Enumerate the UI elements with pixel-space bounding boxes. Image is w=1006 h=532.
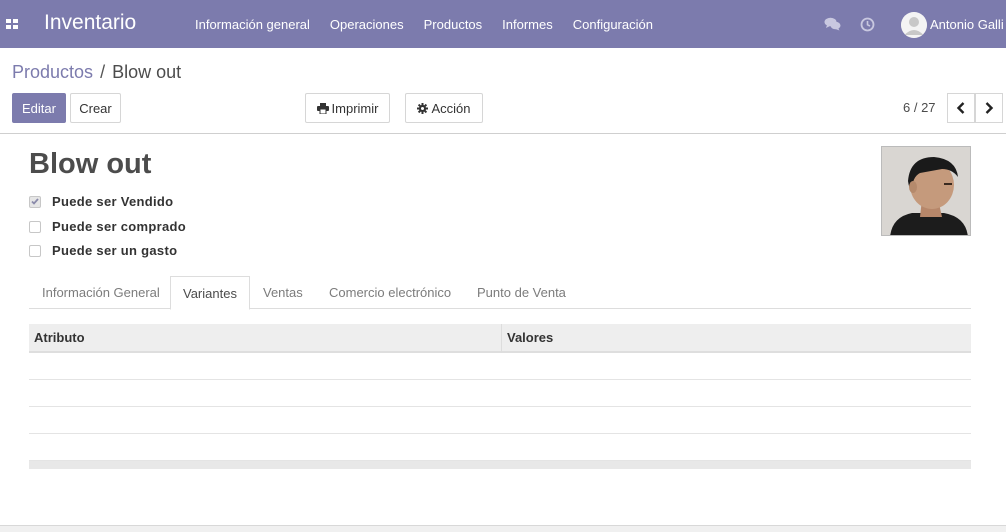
product-name: Blow out	[29, 148, 152, 180]
checkbox-row-expense: Puede ser un gasto	[29, 243, 177, 258]
menu-item-configuracion[interactable]: Configuración	[563, 0, 663, 48]
avatar[interactable]	[901, 12, 927, 38]
pager-previous-button[interactable]	[947, 93, 975, 123]
expense-label: Puede ser un gasto	[52, 243, 178, 258]
clock-icon[interactable]	[860, 17, 875, 32]
table-footer	[29, 461, 971, 469]
menu-item-operaciones[interactable]: Operaciones	[320, 0, 414, 48]
sale-ok-label: Puede ser Vendido	[52, 194, 174, 209]
sale-ok-checkbox[interactable]	[29, 195, 41, 208]
table-row[interactable]	[29, 353, 971, 380]
chevron-left-icon	[956, 102, 965, 114]
notebook-tabs: Información General Variantes Ventas Com…	[29, 276, 971, 310]
table-row[interactable]	[29, 380, 971, 407]
checkbox-row-purchase-ok: Puede ser comprado	[29, 219, 186, 234]
control-panel: Productos / Blow out Editar Crear Imprim…	[0, 48, 1006, 134]
expense-checkbox[interactable]	[29, 244, 41, 257]
user-name[interactable]: Antonio Galli	[930, 17, 1004, 32]
pager-value[interactable]: 6 / 27	[903, 100, 936, 115]
purchase-ok-label: Puede ser comprado	[52, 219, 186, 234]
action-button[interactable]: Acción	[405, 93, 483, 123]
create-button[interactable]: Crear	[70, 93, 121, 123]
tab-variantes[interactable]: Variantes	[170, 276, 250, 310]
menu-item-productos[interactable]: Productos	[414, 0, 493, 48]
column-header-valores[interactable]: Valores	[501, 324, 971, 353]
table-header: Atributo Valores	[29, 324, 971, 353]
app-title: Inventario	[44, 11, 137, 34]
print-icon	[316, 102, 329, 114]
column-header-atributo[interactable]: Atributo	[29, 324, 501, 353]
edit-button[interactable]: Editar	[12, 93, 66, 123]
breadcrumb-productos[interactable]: Productos	[12, 62, 93, 82]
tab-comercio-electronico[interactable]: Comercio electrónico	[317, 276, 463, 309]
product-image[interactable]	[881, 146, 971, 236]
pager-next-button[interactable]	[975, 93, 1003, 123]
menu-item-informes[interactable]: Informes	[492, 0, 563, 48]
print-label: Imprimir	[331, 100, 379, 116]
print-button[interactable]: Imprimir	[305, 93, 390, 123]
variants-table: Atributo Valores	[29, 324, 971, 469]
table-row[interactable]	[29, 407, 971, 434]
checkbox-row-sale-ok: Puede ser Vendido	[29, 194, 173, 209]
main-menu: Información general Operaciones Producto…	[185, 0, 663, 48]
top-navbar: Inventario Información general Operacion…	[0, 0, 1006, 48]
apps-icon[interactable]	[6, 19, 18, 29]
purchase-ok-checkbox[interactable]	[29, 220, 41, 233]
chevron-right-icon	[985, 102, 994, 114]
breadcrumb-separator: /	[100, 62, 106, 82]
bottom-scroll-edge	[0, 525, 1006, 532]
chat-icon[interactable]	[824, 17, 841, 31]
tab-ventas[interactable]: Ventas	[251, 276, 315, 309]
checkmark-icon	[31, 198, 39, 205]
gear-icon	[417, 102, 429, 114]
table-row[interactable]	[29, 434, 971, 461]
tab-informacion-general[interactable]: Información General	[30, 276, 172, 309]
breadcrumb: Productos / Blow out	[12, 62, 181, 83]
action-label: Acción	[431, 100, 471, 116]
breadcrumb-current: Blow out	[112, 62, 182, 82]
tab-punto-de-venta[interactable]: Punto de Venta	[465, 276, 578, 309]
form-sheet: Blow out Puede ser Vendido Puede ser com…	[0, 135, 1006, 525]
menu-item-informacion-general[interactable]: Información general	[185, 0, 320, 48]
